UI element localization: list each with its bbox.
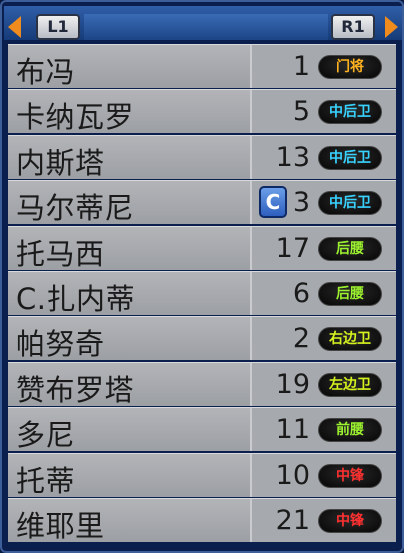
player-number: 13 <box>275 141 310 173</box>
captain-badge: C <box>259 186 287 219</box>
player-name-cell: 赞布罗塔 <box>8 362 252 407</box>
player-name-cell: C.扎内蒂 <box>8 271 252 316</box>
player-name: C.扎内蒂 <box>16 281 135 316</box>
player-row[interactable]: C.扎内蒂 6 后腰 <box>8 270 396 316</box>
r1-button[interactable]: R1 <box>331 14 375 40</box>
player-row[interactable]: 托蒂 10 中锋 <box>8 452 396 498</box>
player-name-cell: 托马西 <box>8 226 252 271</box>
player-name-cell: 帕努奇 <box>8 317 252 362</box>
player-row[interactable]: 布冯 1 门将 <box>8 44 396 89</box>
position-badge: 门将 <box>318 55 382 79</box>
player-number: 5 <box>292 96 310 128</box>
player-name-cell: 多尼 <box>8 408 252 453</box>
player-name-cell: 布冯 <box>8 45 252 89</box>
position-badge: 后腰 <box>318 281 382 306</box>
player-list: 布冯 1 门将 卡纳瓦罗 5 中后卫 内斯塔 13 中后卫 马尔蒂尼 C 3 中后卫 托马西 17 后腰 C.扎… <box>8 44 396 543</box>
player-row[interactable]: 帕努奇 2 右边卫 <box>8 316 396 362</box>
player-row[interactable]: 维耶里 21 中锋 <box>8 497 396 543</box>
player-name: 托马西 <box>16 236 105 271</box>
l1-button[interactable]: L1 <box>36 14 80 40</box>
player-number: 11 <box>275 414 310 446</box>
player-name: 内斯塔 <box>16 145 105 180</box>
player-name: 托蒂 <box>16 463 76 498</box>
panel-header: L1 R1 <box>4 6 402 40</box>
position-badge: 中后卫 <box>318 191 382 216</box>
player-name: 赞布罗塔 <box>16 372 135 407</box>
player-number: 1 <box>292 51 310 82</box>
player-name-cell: 卡纳瓦罗 <box>8 90 252 135</box>
player-number: 10 <box>275 459 310 491</box>
player-number: 2 <box>292 323 310 355</box>
player-number: 19 <box>275 368 310 400</box>
player-name: 多尼 <box>16 418 76 453</box>
position-badge: 左边卫 <box>318 372 382 397</box>
player-number: 6 <box>292 277 310 309</box>
squad-panel: L1 R1 布冯 1 门将 卡纳瓦罗 5 中后卫 内斯塔 13 中后卫 马尔蒂尼 C 3 中后卫 托马西 1… <box>0 0 404 553</box>
player-number: 21 <box>275 504 310 536</box>
right-arrow-icon[interactable] <box>385 16 398 38</box>
position-badge: 右边卫 <box>318 327 382 352</box>
player-name-cell: 马尔蒂尼 <box>8 181 252 226</box>
position-badge: 中锋 <box>318 508 382 533</box>
player-name: 布冯 <box>16 55 76 89</box>
player-row[interactable]: 卡纳瓦罗 5 中后卫 <box>8 89 396 135</box>
player-name-cell: 内斯塔 <box>8 135 252 180</box>
player-row[interactable]: 多尼 11 前腰 <box>8 407 396 453</box>
position-badge: 中后卫 <box>318 100 382 125</box>
player-number: 3 <box>292 187 310 219</box>
player-name: 马尔蒂尼 <box>16 191 135 226</box>
player-name-cell: 托蒂 <box>8 453 252 498</box>
position-badge: 中锋 <box>318 463 382 488</box>
left-arrow-icon[interactable] <box>8 16 21 38</box>
player-row[interactable]: 托马西 17 后腰 <box>8 225 396 271</box>
player-name: 卡纳瓦罗 <box>16 100 135 135</box>
position-badge: 后腰 <box>318 236 382 261</box>
player-row[interactable]: 赞布罗塔 19 左边卫 <box>8 361 396 407</box>
position-badge: 中后卫 <box>318 145 382 170</box>
header-bar <box>84 14 328 40</box>
player-row[interactable]: 内斯塔 13 中后卫 <box>8 134 396 180</box>
player-name: 维耶里 <box>16 508 105 543</box>
player-row[interactable]: 马尔蒂尼 C 3 中后卫 <box>8 180 396 226</box>
position-badge: 前腰 <box>318 418 382 443</box>
player-name: 帕努奇 <box>16 327 105 362</box>
player-number: 17 <box>275 232 310 264</box>
player-name-cell: 维耶里 <box>8 498 252 543</box>
